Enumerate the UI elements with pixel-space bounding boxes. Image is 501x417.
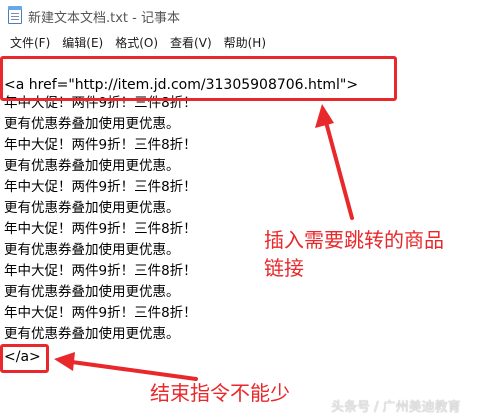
open-tag-highlight-box <box>0 56 397 101</box>
text-line: 更有优惠券叠加使用更优惠。 <box>4 326 180 342</box>
menu-edit[interactable]: 编辑(E) <box>56 32 109 54</box>
watermark: 头条号 / 广州美迪教育 <box>331 400 461 415</box>
menu-file[interactable]: 文件(F) <box>4 32 56 54</box>
end-tag-note: 结束指令不能少 <box>150 381 290 405</box>
text-line: 更有优惠券叠加使用更优惠。 <box>4 158 180 174</box>
text-line: 年中大促！两件9折！三件8折！ <box>4 263 197 279</box>
text-line: 更有优惠券叠加使用更优惠。 <box>4 116 180 132</box>
insert-link-note: 插入需要跳转的商品 <box>264 228 444 252</box>
text-line: 更有优惠券叠加使用更优惠。 <box>4 284 180 300</box>
text-line: 更有优惠券叠加使用更优惠。 <box>4 242 180 258</box>
text-line: 更有优惠券叠加使用更优惠。 <box>4 200 180 216</box>
close-tag-highlight-box <box>0 344 49 373</box>
insert-link-note-line2: 链接 <box>264 256 304 280</box>
text-line: 年中大促！两件9折！三件8折！ <box>4 305 197 321</box>
text-line: 年中大促！两件9折！三件8折！ <box>4 179 197 195</box>
menu-format[interactable]: 格式(O) <box>109 32 164 54</box>
text-line: 年中大促！两件9折！三件8折！ <box>4 137 197 153</box>
text-line: 年中大促！两件9折！三件8折！ <box>4 221 197 237</box>
menu-help[interactable]: 帮助(H) <box>218 32 272 54</box>
notepad-window: 新建文本文档.txt - 记事本 文件(F) 编辑(E) 格式(O) 查看(V)… <box>0 0 501 417</box>
notepad-icon <box>8 6 22 24</box>
menu-view[interactable]: 查看(V) <box>164 32 218 54</box>
menu-bar: 文件(F) 编辑(E) 格式(O) 查看(V) 帮助(H) <box>0 32 501 54</box>
title-bar: 新建文本文档.txt - 记事本 <box>0 0 501 32</box>
window-title: 新建文本文档.txt - 记事本 <box>28 10 180 26</box>
